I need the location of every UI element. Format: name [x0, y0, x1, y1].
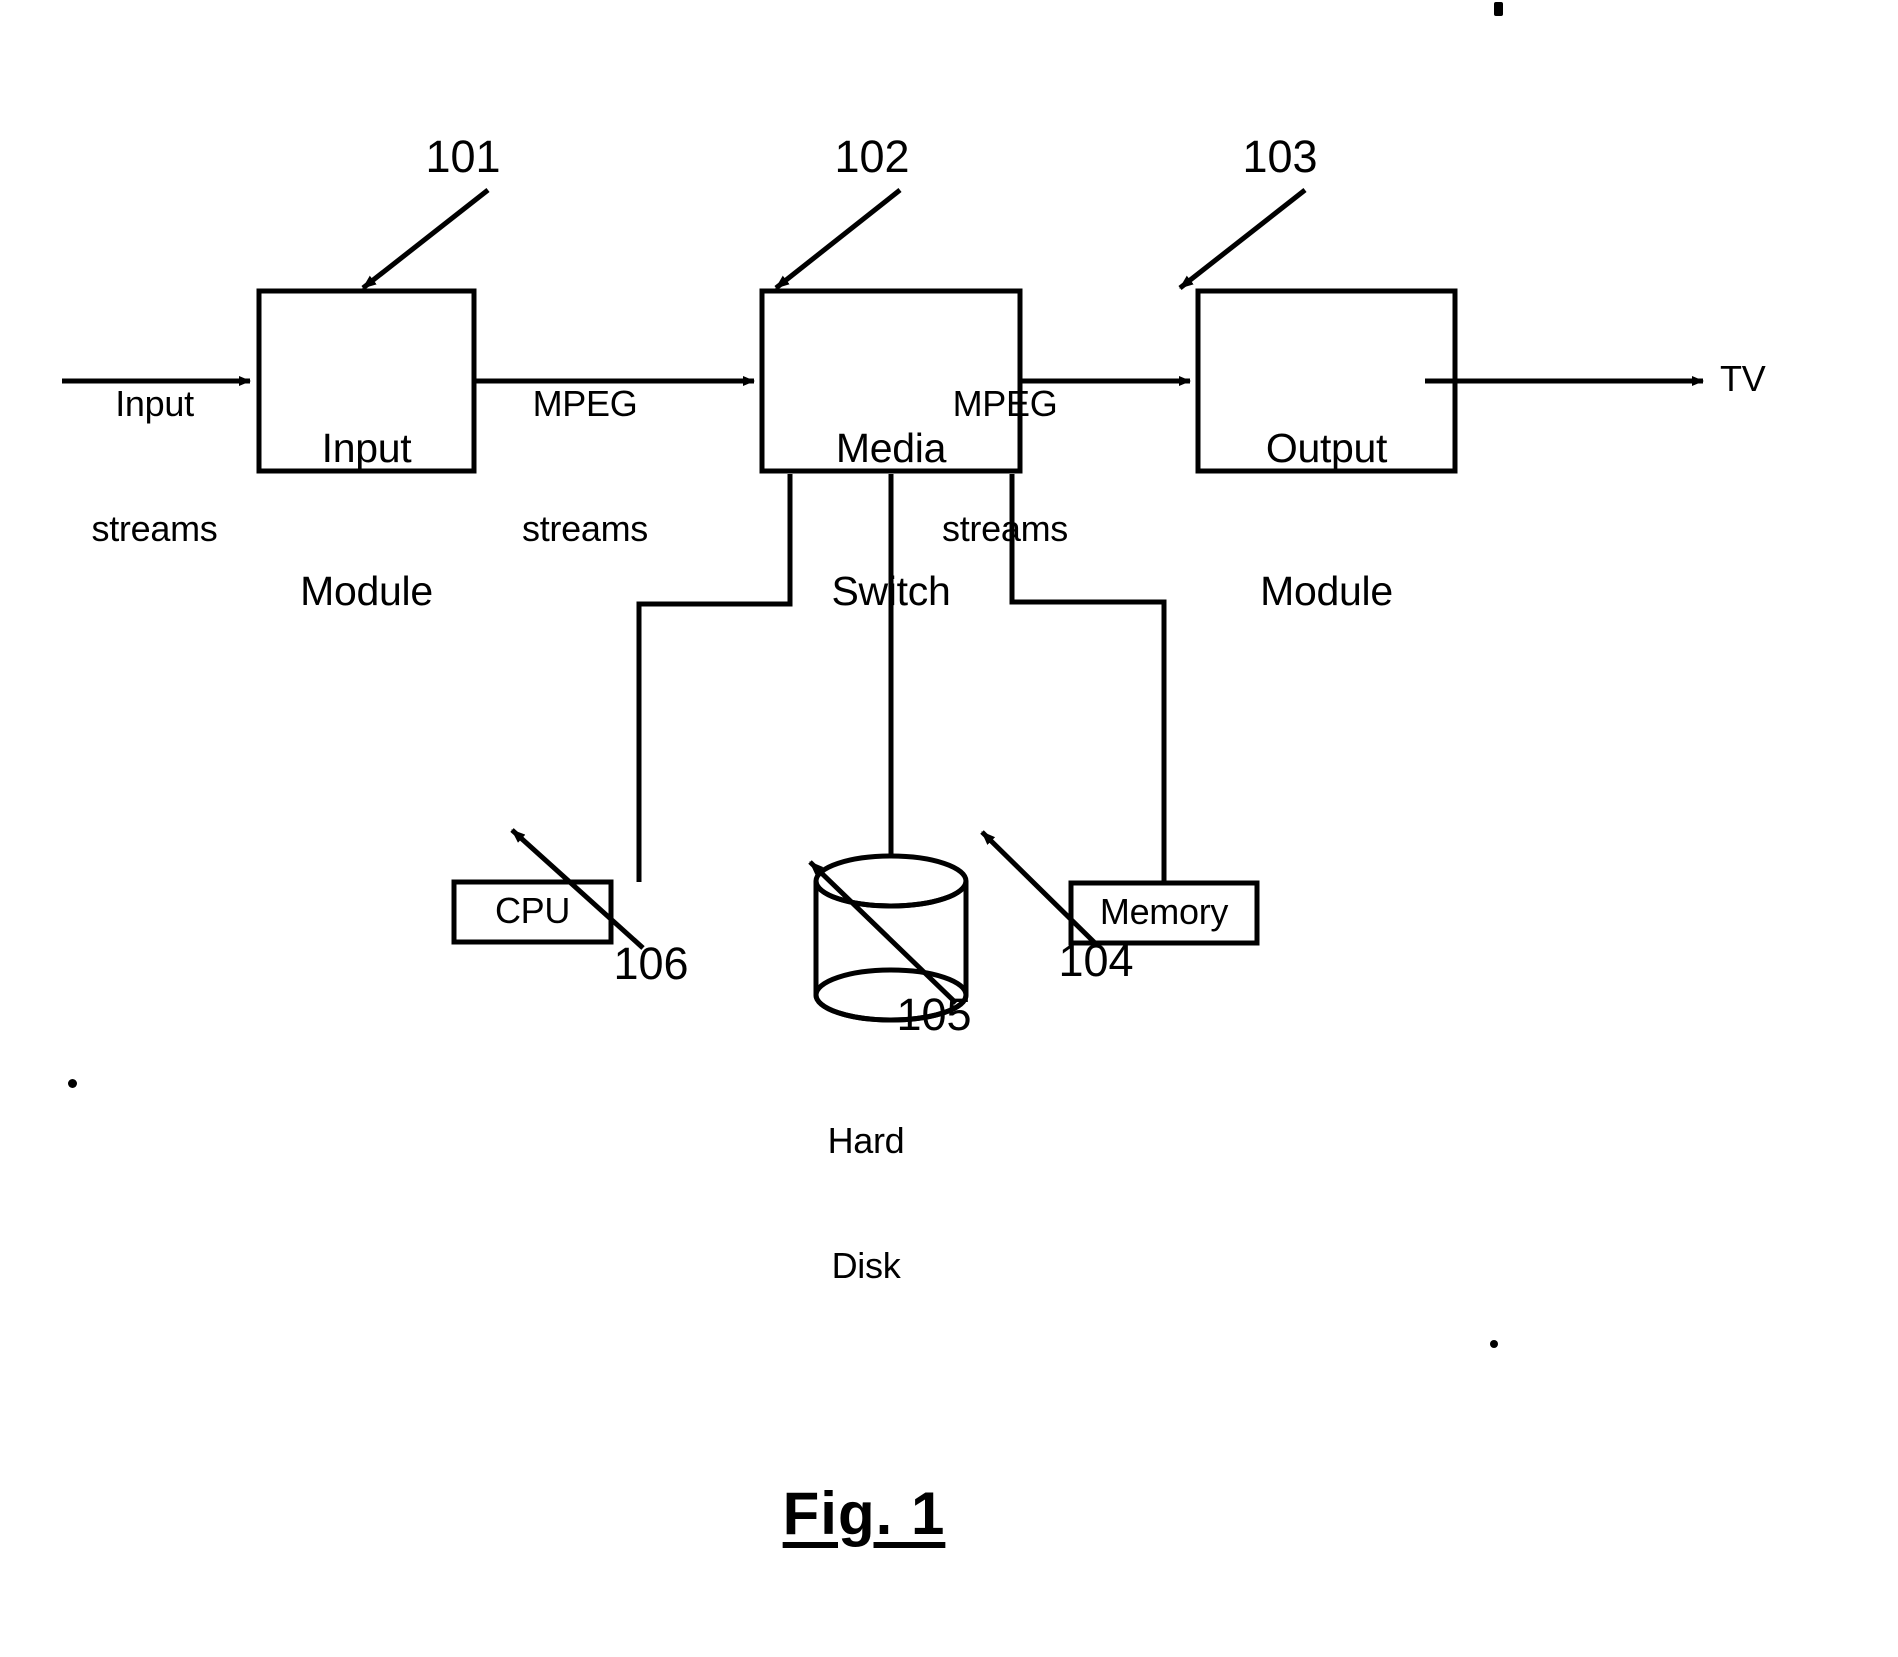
ref-numeral-106: 106 — [613, 938, 689, 989]
input-streams-label-line2: streams — [91, 507, 218, 549]
scan-speck-right — [1490, 1340, 1498, 1348]
scan-speck-left — [68, 1079, 77, 1088]
mpeg-streams-label-2: MPEG streams — [905, 299, 1105, 633]
tv-label: TV — [1720, 358, 1766, 399]
ref-101-leader — [361, 188, 490, 290]
ref-numeral-101: 101 — [425, 131, 501, 182]
output-module-label-line1: Output — [1265, 425, 1388, 472]
patent-figure: Input Module Media Switch Output Module … — [0, 0, 1898, 1657]
input-module-label-line2: Module — [300, 567, 433, 614]
ref-numeral-102: 102 — [834, 131, 910, 182]
mpeg-streams-1-line1: MPEG — [532, 382, 638, 424]
hard-disk-label-line1: Hard — [827, 1119, 905, 1161]
figure-drawing-canvas — [62, 188, 1704, 1023]
figure-caption: Fig. 1 — [782, 1480, 946, 1547]
input-module-label-line1: Input — [321, 425, 412, 472]
output-module-label-line2: Module — [1260, 567, 1393, 614]
ref-103-leader — [1178, 188, 1307, 290]
hard-disk-label: Hard Disk — [791, 1036, 941, 1370]
input-streams-label-line1: Input — [115, 382, 194, 424]
hard-disk-label-line2: Disk — [831, 1244, 901, 1286]
cpu-label: CPU — [494, 890, 571, 931]
ref-102-leader — [774, 188, 902, 290]
input-streams-label: Input streams — [57, 299, 252, 633]
mpeg-streams-2-line2: streams — [942, 507, 1068, 549]
output-module-label: Output Module — [1198, 330, 1455, 710]
mpeg-streams-2-line1: MPEG — [952, 382, 1058, 424]
mpeg-streams-1-line2: streams — [522, 507, 648, 549]
input-module-label: Input Module — [259, 330, 474, 710]
mpeg-streams-label-1: MPEG streams — [485, 299, 685, 633]
ref-numeral-103: 103 — [1242, 131, 1318, 182]
ref-numeral-104: 104 — [1058, 935, 1134, 986]
ref-numeral-105: 105 — [896, 989, 972, 1040]
scan-speck-top — [1494, 2, 1503, 16]
memory-label: Memory — [1099, 891, 1229, 932]
